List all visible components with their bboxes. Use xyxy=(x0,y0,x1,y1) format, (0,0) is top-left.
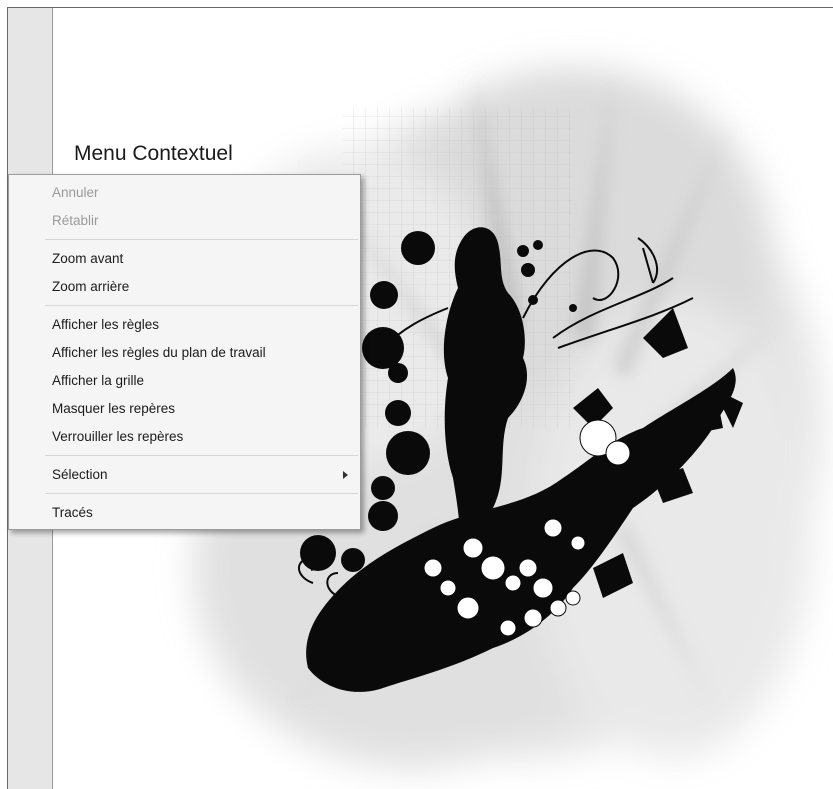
menu-item-masquer-reperes[interactable]: Masquer les repères xyxy=(9,395,360,423)
menu-item-afficher-regles[interactable]: Afficher les règles xyxy=(9,311,360,339)
menu-item-annuler[interactable]: Annuler xyxy=(9,179,360,207)
menu-item-selection-label: Sélection xyxy=(52,467,108,482)
page-title: Menu Contextuel xyxy=(74,142,233,165)
context-menu: Annuler Rétablir Zoom avant Zoom arrière… xyxy=(8,174,361,530)
menu-separator xyxy=(45,239,358,240)
menu-item-zoom-arriere[interactable]: Zoom arrière xyxy=(9,273,360,301)
menu-item-afficher-grille[interactable]: Afficher la grille xyxy=(9,367,360,395)
chevron-right-icon xyxy=(343,471,348,479)
menu-item-zoom-avant[interactable]: Zoom avant xyxy=(9,245,360,273)
menu-item-selection[interactable]: Sélection xyxy=(9,461,360,489)
menu-separator xyxy=(45,493,358,494)
menu-separator xyxy=(45,455,358,456)
menu-separator xyxy=(45,305,358,306)
menu-item-verrouiller-reperes[interactable]: Verrouiller les repères xyxy=(9,423,360,451)
menu-item-traces[interactable]: Tracés xyxy=(9,499,360,527)
menu-item-retablir[interactable]: Rétablir xyxy=(9,207,360,235)
menu-item-afficher-regles-plan-travail[interactable]: Afficher les règles du plan de travail xyxy=(9,339,360,367)
